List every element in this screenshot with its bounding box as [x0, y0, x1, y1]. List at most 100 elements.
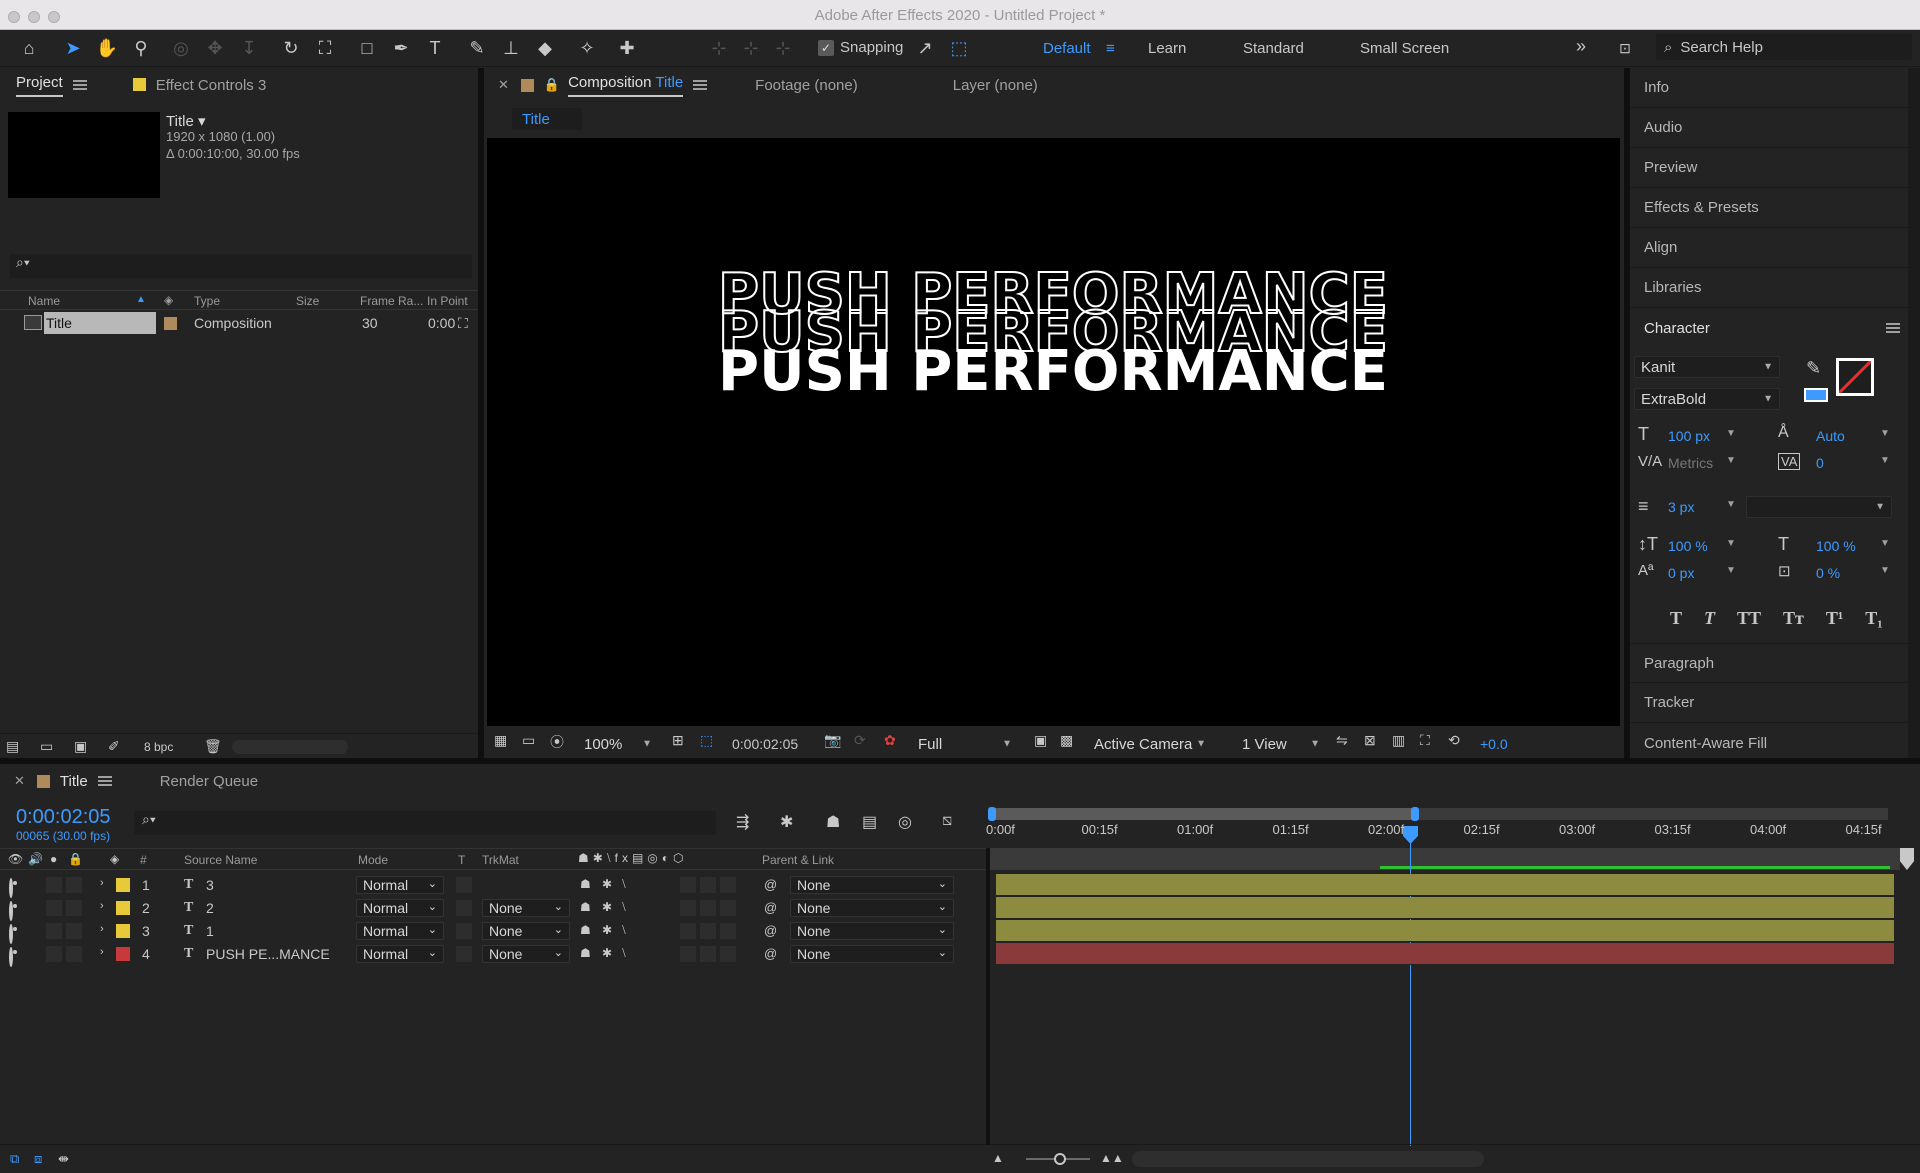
zoom-slider-thumb[interactable] [1054, 1153, 1066, 1165]
fx-switch[interactable] [680, 923, 696, 939]
quality-switch-icon[interactable]: ⧵ [622, 946, 626, 961]
orbit-camera-icon[interactable]: ◎ [168, 35, 194, 61]
selection-tool-icon[interactable]: ➤ [60, 35, 86, 61]
thumbnail-scroll[interactable] [232, 740, 348, 754]
comp-mini-flowchart-icon[interactable]: ⇶ [736, 812, 749, 832]
list-item[interactable]: Title Composition 30 0:00 ⛶ [0, 312, 480, 334]
timeline-split-divider[interactable] [986, 848, 990, 1145]
label-tag-icon[interactable]: ◈ [164, 293, 173, 307]
faux-italic-button[interactable]: T [1704, 608, 1715, 629]
snapshot-camera-icon[interactable]: 📷 [824, 732, 841, 749]
roto-brush-icon[interactable]: ✧ [574, 35, 600, 61]
preserve-transparency-toggle[interactable] [456, 946, 472, 962]
collapse-switch-icon[interactable]: ✱ [602, 923, 612, 937]
graph-editor-icon[interactable]: ⧅ [942, 812, 952, 830]
work-area-end-icon[interactable] [1900, 848, 1914, 870]
snap-edges-icon[interactable]: ↗ [912, 35, 938, 61]
leading-caret-icon[interactable]: ▼ [1880, 428, 1890, 439]
layer-source-name[interactable]: PUSH PE...MANCE [206, 946, 330, 962]
grid-guides-icon[interactable]: ⊞ [672, 732, 684, 749]
table-row[interactable]: › 1 T 3 Normal ⌄ ☗ ✱ ⧵ @ None ⌄ [0, 874, 986, 898]
visibility-eye-icon[interactable] [9, 924, 13, 944]
search-help-field[interactable]: ⌕ Search Help [1656, 34, 1912, 60]
transfer-controls-toggle-icon[interactable]: ⧈ [34, 1151, 42, 1167]
adjustment-switch[interactable] [720, 877, 736, 893]
motion-blur-switch[interactable] [700, 923, 716, 939]
vertical-scale-caret-icon[interactable]: ▼ [1726, 538, 1736, 549]
zoom-in-icon[interactable]: ▲▲ [1100, 1151, 1124, 1165]
pick-whip-icon[interactable]: @ [764, 923, 777, 938]
tab-layer[interactable]: Layer (none) [953, 77, 1038, 94]
timeline-scrollbar[interactable] [1132, 1151, 1484, 1167]
shy-switch-icon[interactable]: ☗ [580, 877, 591, 891]
exposure-value[interactable]: +0.0 [1480, 736, 1508, 752]
solo-toggle[interactable] [46, 877, 62, 893]
fx-switch[interactable] [680, 900, 696, 916]
camera-dropdown[interactable]: Active Camera ▼ [1088, 734, 1212, 754]
solo-switch-icon[interactable]: ● [50, 852, 57, 866]
motion-blur-switch[interactable] [700, 946, 716, 962]
preserve-transparency-toggle[interactable] [456, 900, 472, 916]
shy-layers-icon[interactable]: ☗ [826, 812, 840, 832]
world-axis-icon[interactable]: ⊹ [738, 35, 764, 61]
visibility-eye-icon[interactable] [9, 947, 13, 967]
superscript-button[interactable]: T¹ [1826, 608, 1843, 629]
new-folder-icon[interactable]: ▭ [40, 738, 53, 755]
local-axis-icon[interactable]: ⊹ [706, 35, 732, 61]
lock-toggle[interactable] [66, 877, 82, 893]
leading-value[interactable]: Auto [1816, 428, 1845, 444]
visibility-eye-icon[interactable] [9, 878, 13, 898]
layer-label-swatch[interactable] [116, 878, 130, 892]
kerning-caret-icon[interactable]: ▼ [1726, 455, 1736, 466]
panel-menu-icon[interactable] [72, 80, 87, 90]
new-composition-icon[interactable]: ▣ [74, 738, 87, 755]
expand-chevron-icon[interactable]: › [100, 923, 104, 935]
resolution-dropdown[interactable]: Full ▼ [912, 734, 1018, 754]
col-size[interactable]: Size [296, 294, 319, 308]
lock-toggle[interactable] [66, 923, 82, 939]
zoom-tool-icon[interactable]: ⚲ [128, 35, 154, 61]
stroke-width-value[interactable]: 3 px [1668, 499, 1694, 515]
shy-switch-icon[interactable]: ☗ [580, 923, 591, 937]
tab-footage[interactable]: Footage (none) [755, 77, 858, 94]
fast-previews-icon[interactable]: ⊠ [1364, 732, 1376, 749]
panel-libraries[interactable]: Libraries [1630, 268, 1920, 308]
track-matte-dropdown[interactable]: None ⌄ [482, 922, 570, 940]
baseline-shift-value[interactable]: 0 px [1668, 565, 1694, 581]
interpret-footage-icon[interactable]: ▤ [6, 738, 19, 755]
layer-label-swatch[interactable] [116, 924, 130, 938]
tab-project[interactable]: Project [16, 74, 63, 97]
clone-stamp-icon[interactable]: ⊥ [498, 35, 524, 61]
navigator-end-handle[interactable] [1411, 807, 1419, 821]
views-dropdown[interactable]: 1 View ▼ [1236, 734, 1326, 754]
comp-breadcrumb[interactable]: Title [512, 108, 582, 130]
collapse-switch-icon[interactable]: ✱ [602, 900, 612, 914]
solo-toggle[interactable] [46, 923, 62, 939]
layer-source-name[interactable]: 1 [206, 923, 214, 939]
col-name[interactable]: Name [28, 294, 60, 308]
flowchart-icon[interactable]: ⛶ [458, 315, 468, 332]
panel-info[interactable]: Info [1630, 68, 1920, 108]
puppet-pin-icon[interactable]: ✚ [614, 35, 640, 61]
layer-label-swatch[interactable] [116, 947, 130, 961]
color-depth-button[interactable]: 8 bpc [144, 740, 173, 754]
blend-mode-dropdown[interactable]: Normal ⌄ [356, 922, 444, 940]
tsume-caret-icon[interactable]: ▼ [1880, 565, 1890, 576]
layer-source-name[interactable]: 2 [206, 900, 214, 916]
quality-switch-icon[interactable]: ⧵ [622, 877, 626, 892]
tab-effect-controls[interactable]: Effect Controls 3 [132, 77, 266, 94]
all-caps-button[interactable]: TT [1737, 608, 1761, 629]
frame-blending-icon[interactable]: ▤ [862, 812, 877, 832]
lock-switch-icon[interactable]: 🔒 [68, 852, 83, 866]
panel-align[interactable]: Align [1630, 228, 1920, 268]
label-color-swatch[interactable] [164, 317, 177, 330]
panel-menu-icon[interactable] [1886, 323, 1900, 333]
mask-path-icon[interactable]: ⬚ [700, 732, 713, 749]
time-navigator[interactable] [988, 807, 1888, 821]
baseline-shift-caret-icon[interactable]: ▼ [1726, 565, 1736, 576]
snapping-toggle[interactable]: ✓ Snapping [818, 39, 903, 56]
pen-tool-icon[interactable]: ✒ [388, 35, 414, 61]
workspace-small-screen[interactable]: Small Screen [1360, 40, 1449, 57]
type-tool-icon[interactable]: T [422, 35, 448, 61]
subscript-button[interactable]: T₁ [1865, 608, 1882, 629]
